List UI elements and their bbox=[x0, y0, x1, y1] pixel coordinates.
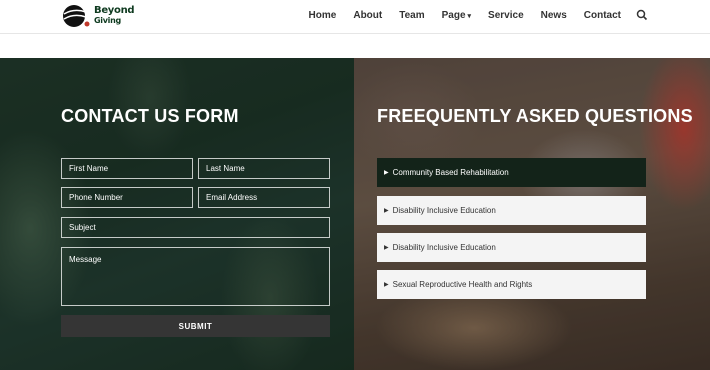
faq-item-label: Disability Inclusive Education bbox=[392, 206, 496, 215]
logo[interactable]: Beyond Giving bbox=[62, 2, 142, 30]
logo-text-line1: Beyond bbox=[94, 5, 135, 16]
message-field[interactable]: Message bbox=[61, 247, 330, 306]
nav-service[interactable]: Service bbox=[488, 10, 524, 21]
faq-item-label: Sexual Reproductive Health and Rights bbox=[392, 280, 533, 289]
contact-form-title: CONTACT US FORM bbox=[61, 106, 239, 126]
site-header: Beyond Giving Home About Team Page ▾ Serv… bbox=[0, 0, 710, 33]
last-name-field[interactable]: Last Name bbox=[198, 158, 330, 179]
logo-text-line2: Giving bbox=[94, 16, 121, 25]
faq-item-4[interactable]: ▶ Sexual Reproductive Health and Rights bbox=[377, 270, 646, 299]
submit-button[interactable]: SUBMIT bbox=[61, 315, 330, 337]
phone-field[interactable]: Phone Number bbox=[61, 187, 193, 208]
header-divider bbox=[0, 33, 710, 34]
subject-field[interactable]: Subject bbox=[61, 217, 330, 238]
caret-down-icon: ▾ bbox=[467, 12, 472, 20]
first-name-field[interactable]: First Name bbox=[61, 158, 193, 179]
faq-title: FREEQUENTLY ASKED QUESTIONS bbox=[377, 106, 693, 126]
nav-page-label: Page bbox=[441, 9, 466, 21]
faq-item-label: Disability Inclusive Education bbox=[392, 243, 496, 252]
nav-about[interactable]: About bbox=[353, 10, 382, 21]
email-field[interactable]: Email Address bbox=[198, 187, 330, 208]
faq-item-3[interactable]: ▶ Disability Inclusive Education bbox=[377, 233, 646, 262]
logo-globe-icon bbox=[63, 5, 90, 27]
arrow-right-icon: ▶ bbox=[384, 170, 389, 176]
faq-item-1[interactable]: ▶ Community Based Rehabilitation bbox=[377, 158, 646, 187]
contact-faq-section: CONTACT US FORM FREEQUENTLY ASKED QUESTI… bbox=[0, 58, 710, 370]
nav-home[interactable]: Home bbox=[309, 10, 337, 21]
nav-team[interactable]: Team bbox=[399, 10, 424, 21]
search-icon[interactable] bbox=[636, 9, 648, 21]
arrow-right-icon: ▶ bbox=[384, 282, 389, 288]
nav-contact[interactable]: Contact bbox=[584, 10, 621, 21]
arrow-right-icon: ▶ bbox=[384, 245, 389, 251]
faq-item-label: Community Based Rehabilitation bbox=[392, 168, 509, 177]
faq-item-2[interactable]: ▶ Disability Inclusive Education bbox=[377, 196, 646, 225]
nav-news[interactable]: News bbox=[541, 10, 567, 21]
arrow-right-icon: ▶ bbox=[384, 208, 389, 214]
nav-page[interactable]: Page ▾ bbox=[442, 10, 471, 21]
main-nav: Home About Team Page ▾ Service News Conta… bbox=[292, 9, 648, 21]
